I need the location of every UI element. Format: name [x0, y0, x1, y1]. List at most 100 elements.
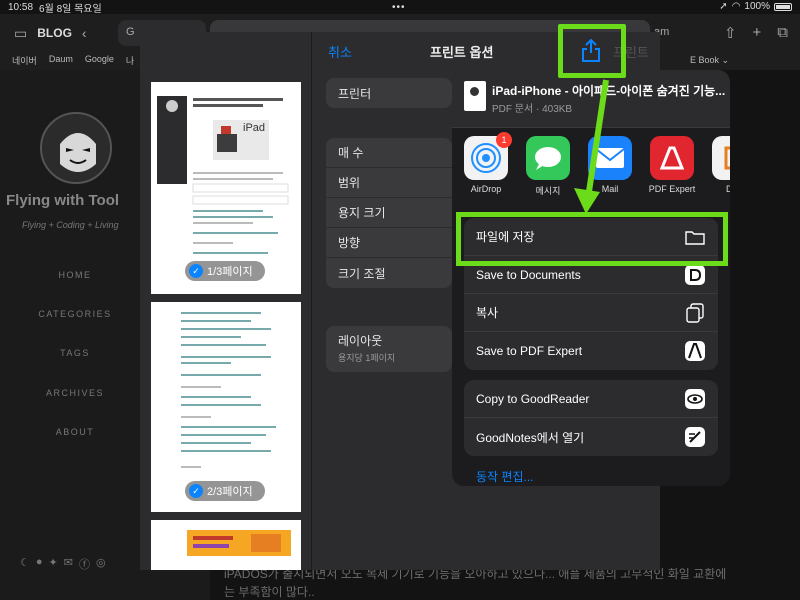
nav-about[interactable]: ABOUT — [0, 427, 150, 437]
documents-icon — [684, 264, 706, 286]
save-to-files-highlight — [456, 212, 728, 266]
option-label: 매 수 — [338, 146, 364, 160]
bookmark-item[interactable]: 나 — [126, 54, 134, 68]
messages-icon — [526, 136, 570, 180]
status-bar: 10:58 6월 8일 목요일 ••• ➚ ◠ 100% — [0, 0, 800, 15]
options-group: 매 수 범위 용지 크기 방향 크기 조절 — [326, 138, 452, 288]
blog-subtitle: Flying + Coding + Living — [22, 220, 119, 230]
page-preview-3[interactable] — [151, 520, 301, 570]
document-meta: PDF 문서 · 403KB — [492, 104, 573, 115]
app-pdf-expert[interactable]: PDF Expert — [644, 136, 700, 194]
layout-sub: 용지당 1페이지 — [338, 353, 396, 363]
pdf-document-icon — [464, 81, 486, 111]
printer-row[interactable]: 프린터 — [326, 78, 452, 108]
layout-label: 레이아웃 — [338, 334, 383, 348]
edit-actions-link[interactable]: 동작 편집... — [476, 468, 534, 485]
documents-app-icon — [712, 136, 730, 180]
app-documents[interactable]: Doc — [706, 136, 730, 194]
article-text-line: 는 부족함이 많다.. — [224, 585, 315, 599]
orientation-row[interactable]: 방향 — [326, 228, 452, 258]
copy-action[interactable]: 복사 — [464, 294, 718, 332]
nav-home[interactable]: HOME — [0, 270, 150, 280]
ipad-screen: 10:58 6월 8일 목요일 ••• ➚ ◠ 100% ▭ BLOG ‹ G … — [0, 0, 800, 600]
app-label: PDF Expert — [648, 184, 696, 194]
page-badge-1: ✓ 1/3페이지 — [185, 261, 265, 281]
page-preview-column: iPad ✓ 1/3페이지 ✓ 2/3페이지 — [140, 32, 312, 570]
bookmark-folder-ebook[interactable]: E Book ⌄ — [690, 55, 729, 66]
save-to-pdf-expert-action[interactable]: Save to PDF Expert — [464, 332, 718, 370]
blog-title[interactable]: Flying with Tool — [6, 192, 119, 209]
paper-size-row[interactable]: 용지 크기 — [326, 198, 452, 228]
app-airdrop[interactable]: 1 AirDrop — [458, 132, 514, 194]
wifi-icon: ◠ — [731, 1, 741, 12]
cancel-button[interactable]: 취소 — [328, 42, 352, 61]
sidebar-toggle-icon[interactable]: ▭ — [14, 25, 27, 42]
printer-group: 프린터 — [326, 78, 452, 108]
facebook-icon[interactable]: ⓕ — [79, 556, 90, 572]
location-icon: ➚ — [719, 1, 728, 12]
pdf-expert-icon — [650, 136, 694, 180]
share-actions-group-2: Copy to GoodReader GoodNotes에서 열기 — [464, 380, 718, 456]
document-title: iPad-iPhone - 아이패드-아이폰 숨겨진 기능... — [492, 84, 726, 98]
app-mail[interactable]: Mail — [582, 136, 638, 194]
action-label: Save to Documents — [476, 267, 581, 282]
scaling-row[interactable]: 크기 조절 — [326, 258, 452, 288]
option-label: 용지 크기 — [338, 206, 386, 220]
page-banner-text: iPad — [243, 122, 266, 134]
bookmark-item[interactable]: 네이버 — [12, 54, 37, 68]
nav-archives[interactable]: ARCHIVES — [0, 388, 150, 398]
mask-avatar-icon — [42, 114, 110, 182]
share-app-row: 1 AirDrop 메시지 Mail PDF Expert D — [452, 132, 730, 206]
status-date: 6월 8일 목요일 — [39, 3, 102, 15]
toolbar-right: ⇧ + ⧉ — [724, 24, 788, 42]
pdf-expert-action-icon — [684, 340, 706, 362]
tabs-overview-icon[interactable]: ⧉ — [777, 24, 788, 42]
nav-tags[interactable]: TAGS — [0, 348, 150, 358]
range-row[interactable]: 범위 — [326, 168, 452, 198]
email-icon[interactable]: ✉ — [64, 556, 73, 572]
option-label: 범위 — [338, 176, 361, 190]
moon-icon[interactable]: ☾ — [20, 556, 30, 572]
app-label: Mail — [601, 184, 619, 194]
new-tab-icon[interactable]: + — [753, 24, 762, 42]
copy-to-goodreader-action[interactable]: Copy to GoodReader — [464, 380, 718, 418]
github-icon[interactable]: ● — [36, 556, 43, 572]
status-time: 10:58 — [8, 1, 34, 13]
goodnotes-icon — [684, 426, 706, 448]
share-icon[interactable] — [580, 38, 602, 62]
battery-icon — [774, 2, 792, 11]
app-label: AirDrop — [470, 184, 502, 194]
blog-avatar[interactable] — [40, 112, 112, 184]
bookmark-item[interactable]: Google — [85, 54, 114, 68]
copies-row[interactable]: 매 수 — [326, 138, 452, 168]
checkmark-icon: ✓ — [189, 264, 203, 278]
sheet-title: 프린트 옵션 — [430, 45, 494, 60]
app-label: Doc — [725, 184, 730, 194]
nav-categories[interactable]: CATEGORIES — [0, 309, 150, 319]
share-sheet: iPad-iPhone - 아이패드-아이폰 숨겨진 기능... PDF 문서 … — [452, 70, 730, 486]
action-label: Copy to GoodReader — [476, 391, 590, 406]
multitask-dots-icon[interactable]: ••• — [392, 2, 406, 13]
layout-group[interactable]: 레이아웃 용지당 1페이지 — [326, 326, 452, 372]
bookmark-item[interactable]: Daum — [49, 54, 73, 68]
page-badge-label: 1/3페이지 — [207, 266, 253, 278]
checkmark-icon: ✓ — [189, 484, 203, 498]
social-links: ☾ ● ✦ ✉ ⓕ ◎ — [20, 556, 106, 572]
option-label: 크기 조절 — [338, 266, 386, 281]
app-label: 메시지 — [535, 186, 561, 196]
status-right: ➚ ◠ 100% — [719, 1, 792, 12]
site-label: BLOG — [37, 26, 72, 40]
action-label: Save to PDF Expert — [476, 344, 583, 358]
page-thumbnail-content — [187, 530, 291, 556]
mail-icon — [588, 136, 632, 180]
browser-share-icon[interactable]: ⇧ — [724, 24, 737, 42]
instagram-icon[interactable]: ◎ — [96, 556, 106, 572]
page-badge-2: ✓ 2/3페이지 — [185, 481, 265, 501]
app-messages[interactable]: 메시지 — [520, 136, 576, 197]
airdrop-icon: 1 — [464, 132, 512, 180]
back-icon[interactable]: ‹ — [82, 25, 87, 41]
battery-percent: 100% — [744, 1, 770, 12]
open-in-goodnotes-action[interactable]: GoodNotes에서 열기 — [464, 418, 718, 456]
twitter-icon[interactable]: ✦ — [49, 556, 58, 572]
notification-badge: 1 — [496, 132, 512, 148]
